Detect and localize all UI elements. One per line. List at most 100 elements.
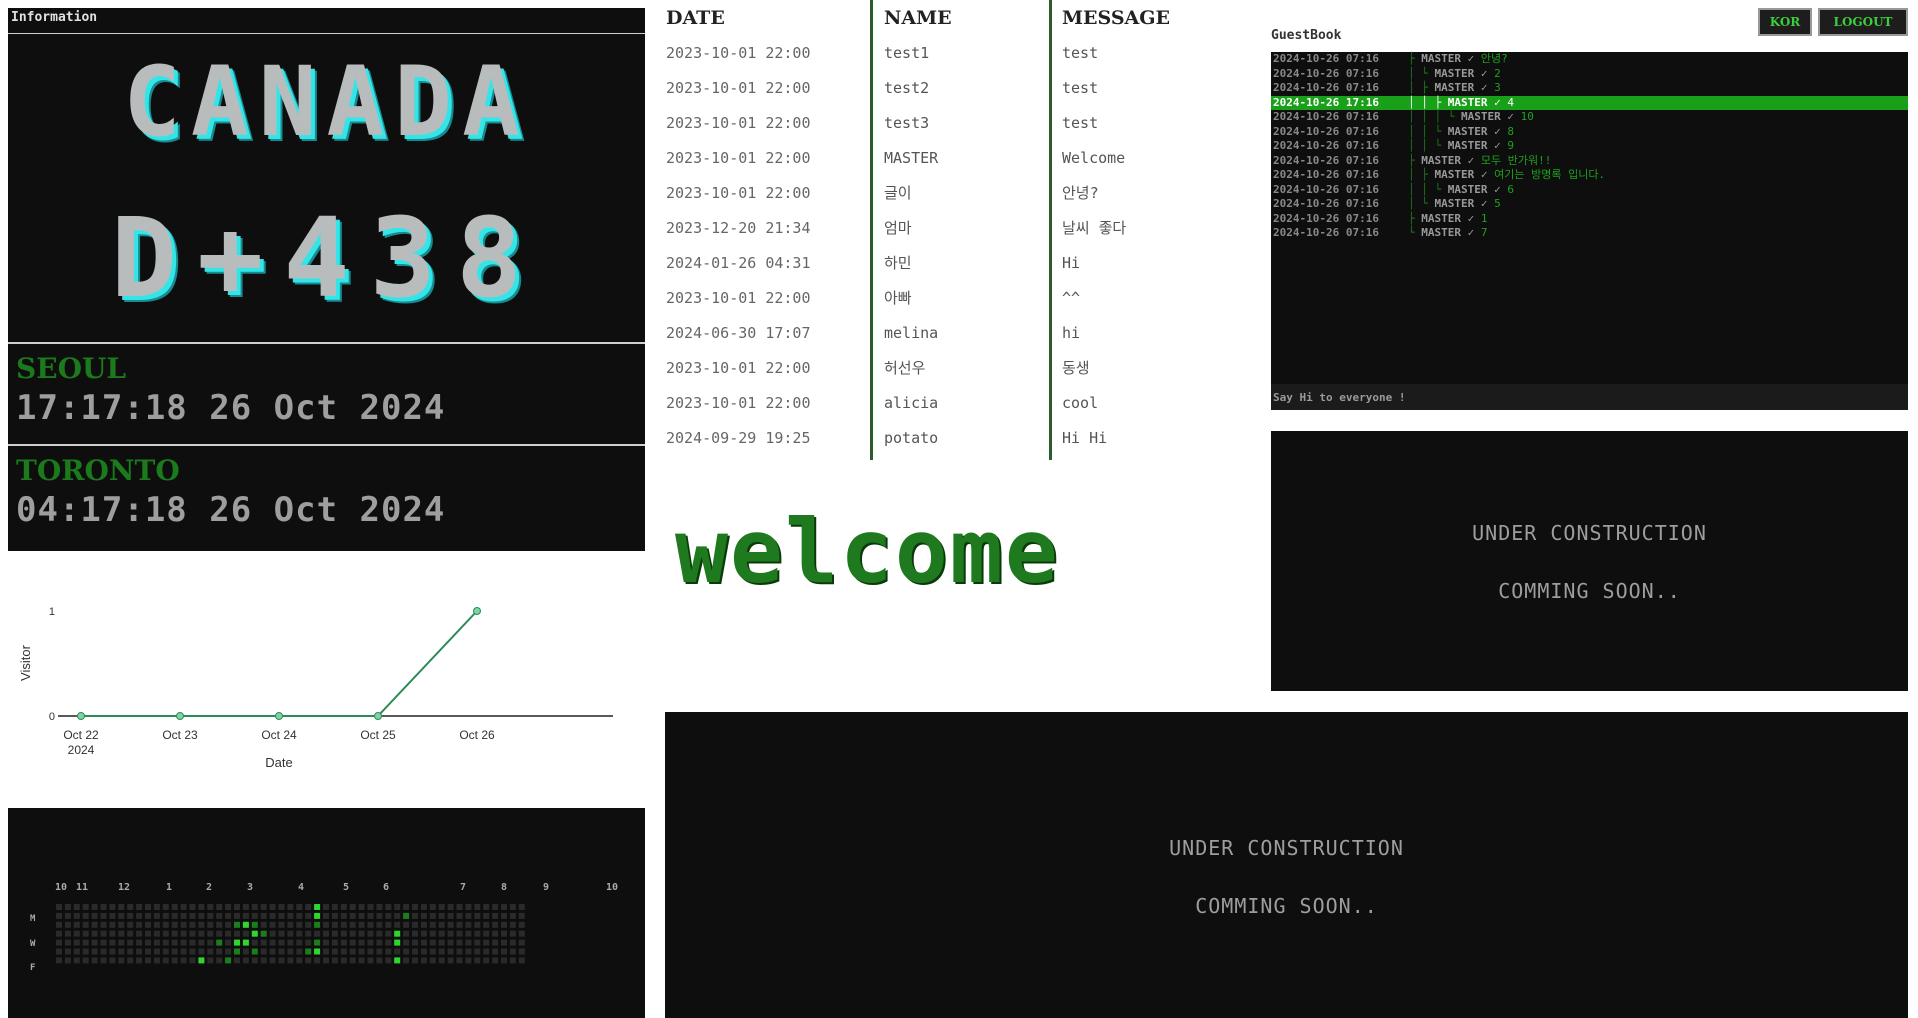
contribution-cell [225, 957, 232, 964]
table-cell-name: test3 [884, 114, 930, 132]
entry-message: 4 [1507, 95, 1514, 109]
contribution-cell [474, 921, 481, 928]
entry-author: MASTER ✓ [1421, 226, 1481, 239]
guestbook-entry[interactable]: 2024-10-26 07:16 │ │ └ MASTER ✓ 9 [1271, 139, 1908, 154]
guestbook-entry[interactable]: 2024-10-26 17:16 │ │ ├ MASTER ✓ 4 [1271, 95, 1908, 110]
contribution-cell [242, 904, 249, 910]
contribution-cell [278, 939, 285, 946]
table-cell-message: hi [1062, 324, 1081, 342]
contribution-cell [100, 948, 107, 955]
contribution-cell [385, 948, 392, 955]
contribution-cell [438, 957, 445, 964]
contribution-cell [287, 904, 294, 910]
contribution-cell [109, 957, 116, 964]
contribution-cell [518, 904, 525, 910]
contribution-cell [118, 904, 125, 910]
contribution-cell [447, 921, 454, 928]
contribution-cell [64, 957, 71, 964]
contribution-cell [483, 939, 490, 946]
contribution-cell [64, 912, 71, 919]
contribution-cell [127, 904, 134, 910]
contribution-cell [136, 957, 143, 964]
contribution-cell [314, 930, 321, 937]
contribution-cell [518, 930, 525, 937]
contribution-cell [91, 930, 98, 937]
contribution-cell [394, 912, 401, 919]
contribution-cell [314, 957, 321, 964]
contribution-cell [145, 904, 151, 910]
contribution-cell [376, 904, 383, 910]
contribution-cell [305, 930, 312, 937]
date-header: DATE [666, 7, 725, 29]
contribution-cell [376, 957, 383, 964]
guestbook-entry[interactable]: 2024-10-26 07:16 │ └ MASTER ✓ 2 [1271, 67, 1908, 82]
table-cell-message: 동생 [1062, 359, 1090, 377]
entry-author: MASTER ✓ [1447, 95, 1508, 109]
entry-message: 10 [1520, 110, 1534, 123]
language-button[interactable]: KOR [1758, 8, 1812, 36]
construction-panel-large: UNDER CONSTRUCTION COMMING SOON.. [665, 712, 1908, 1018]
contribution-cell [216, 957, 223, 964]
contribution-cell [118, 930, 125, 937]
guestbook-entry[interactable]: 2024-10-26 07:16 │ ├ MASTER ✓ 3 [1271, 81, 1908, 96]
contribution-cell [358, 939, 365, 946]
contribution-cell [331, 948, 338, 955]
contribution-cell [118, 957, 125, 964]
guestbook-entry[interactable]: 2024-10-26 07:16 ├ MASTER ✓ 1 [1271, 212, 1908, 227]
contribution-cell [305, 948, 312, 955]
message-table: DATE 2023-10-01 22:00 2023-10-01 22:00 202… [663, 0, 1223, 460]
contribution-cell [198, 930, 205, 937]
guestbook-entry[interactable]: 2024-10-26 07:16 │ │ └ MASTER ✓ 6 [1271, 183, 1908, 198]
contribution-cell [420, 930, 427, 937]
contribution-cell [269, 921, 276, 928]
contribution-cell [136, 930, 143, 937]
contribution-cell [118, 939, 125, 946]
contribution-cell [180, 939, 187, 946]
contribution-cell [394, 921, 401, 928]
contribution-cell [349, 939, 356, 946]
contribution-cell [429, 930, 436, 937]
guestbook-entry[interactable]: 2024-10-26 07:16 │ └ MASTER ✓ 5 [1271, 197, 1908, 212]
contribution-cell [420, 948, 427, 955]
contribution-cell [340, 930, 347, 937]
guestbook-entry[interactable]: 2024-10-26 07:16 ├ MASTER ✓ 모두 반가워!! [1271, 154, 1908, 169]
contribution-cell [323, 904, 329, 910]
guestbook-entry[interactable]: 2024-10-26 07:16 ├ MASTER ✓ 안녕? [1271, 52, 1908, 67]
contribution-cell [358, 930, 365, 937]
table-cell-date: 2024-06-30 17:07 [666, 324, 811, 342]
contribution-cell [234, 948, 240, 955]
date-column: DATE 2023-10-01 22:00 2023-10-01 22:00 202… [663, 0, 868, 460]
entry-author: MASTER ✓ [1421, 153, 1481, 167]
contribution-cell [465, 904, 472, 910]
contribution-cell [242, 912, 249, 919]
contribution-cell [340, 912, 347, 919]
contribution-cell [412, 930, 418, 937]
x-tick-label: Oct 22 [63, 728, 99, 742]
contribution-cell [100, 930, 107, 937]
contribution-cell [340, 957, 347, 964]
contribution-cell [420, 957, 427, 964]
y-tick-label: 1 [49, 606, 55, 618]
entry-tree-branch: ├ [1408, 211, 1422, 225]
contribution-cell [278, 904, 285, 910]
guestbook-entry[interactable]: 2024-10-26 07:16 │ │ │ └ MASTER ✓ 10 [1271, 110, 1908, 125]
contribution-cell [82, 930, 89, 937]
guestbook-entry[interactable]: 2024-10-26 07:16 │ ├ MASTER ✓ 여기는 방명록 입니다… [1271, 168, 1908, 183]
guestbook-entry[interactable]: 2024-10-26 07:16 │ │ └ MASTER ✓ 8 [1271, 125, 1908, 140]
guestbook-entry[interactable]: 2024-10-26 07:16 └ MASTER ✓ 7 [1271, 226, 1908, 241]
contribution-cell [180, 921, 187, 928]
contribution-cell [100, 939, 107, 946]
construction-title: UNDER CONSTRUCTION [1472, 521, 1707, 545]
visitor-chart: 0 1 Oct 22 Oct 23 Oct 24 Oct 25 Oct 26 2024 Date… [18, 606, 613, 770]
guestbook-input[interactable] [1271, 384, 1908, 410]
logout-button[interactable]: LOGOUT [1818, 8, 1908, 36]
month-label: 10 [55, 882, 67, 893]
entry-message: 모두 반가워!! [1480, 153, 1552, 167]
contribution-cell [501, 930, 507, 937]
contribution-cell [412, 948, 418, 955]
contribution-cell [412, 904, 418, 910]
month-label: 12 [118, 882, 130, 893]
x-tick-label: Oct 26 [459, 728, 495, 742]
contribution-cell [305, 939, 312, 946]
contribution-cell [91, 921, 98, 928]
